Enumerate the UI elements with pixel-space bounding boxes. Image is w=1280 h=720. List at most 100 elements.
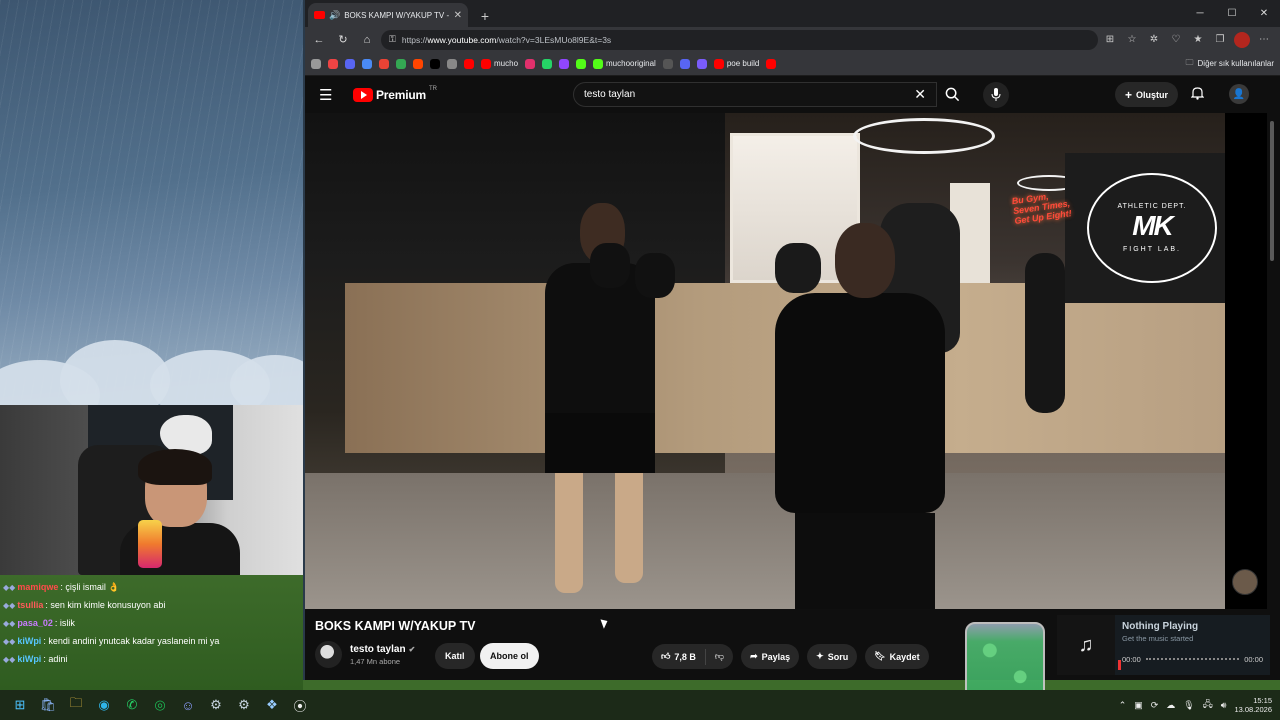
speaker-icon[interactable]: 🔊 (329, 10, 340, 21)
site-info-icon[interactable]: ⚿ (389, 34, 396, 45)
channel-avatar[interactable] (315, 641, 342, 668)
chat-message: ◆◆ pasa_02: islik (0, 614, 303, 632)
edge-browser-icon[interactable]: ◉ (94, 695, 114, 715)
steam-alt-icon[interactable]: ⚙ (234, 695, 254, 715)
bookmark-item[interactable] (576, 58, 587, 69)
back-button[interactable]: ← (309, 30, 329, 50)
cloud-icon[interactable]: ☁ (1166, 700, 1175, 711)
collections-icon[interactable]: ❐ (1212, 32, 1228, 48)
music-progress: 00:00 00:00 (1122, 655, 1263, 664)
music-note-icon: ♫ (1057, 615, 1115, 675)
favorite-star-icon[interactable]: ☆ (1124, 32, 1140, 48)
address-bar[interactable]: ⚿ https://www.youtube.com/watch?v=3LEsMU… (381, 29, 1098, 50)
bookmark-item[interactable] (662, 58, 673, 69)
app-icon[interactable]: ❖ (262, 695, 282, 715)
streamer-hair (138, 449, 212, 485)
bookmark-item[interactable]: poe build (713, 58, 759, 69)
create-button[interactable]: + Oluştur (1115, 82, 1179, 107)
more-menu-icon[interactable]: ⋯ (1256, 32, 1272, 48)
search-input[interactable]: testo taylan ✕ (573, 82, 937, 107)
whatsapp-icon[interactable]: ✆ (122, 695, 142, 715)
bookmark-item[interactable] (525, 58, 536, 69)
bookmark-label: mucho (494, 59, 519, 68)
extensions-icon[interactable]: ✲ (1146, 32, 1162, 48)
performance-icon[interactable]: ♡ (1168, 32, 1184, 48)
bookmark-item[interactable] (542, 58, 553, 69)
voice-search-button[interactable] (983, 82, 1009, 108)
volume-icon[interactable]: 🔊︎ (1221, 700, 1227, 711)
spotify-icon[interactable]: ◎ (150, 695, 170, 715)
ask-label: Soru (827, 651, 849, 662)
bookmark-item[interactable] (464, 58, 474, 69)
steam-icon[interactable]: ⚙ (206, 695, 226, 715)
bookmark-item[interactable] (766, 58, 777, 69)
tray-app-icon[interactable]: ▣ (1134, 700, 1143, 711)
video-player[interactable]: Bu Gym, Seven Times, Get Up Eight! ATHLE… (305, 113, 1267, 609)
bookmark-item[interactable] (345, 58, 355, 69)
bookmark-item[interactable] (447, 58, 457, 69)
windows-start-icon[interactable]: ⊞ (10, 695, 30, 715)
thumbs-up-icon: 👍︎ (661, 651, 671, 661)
account-avatar[interactable]: 👤 (1229, 84, 1249, 104)
system-tray: ⌃ ▣ ⟳ ☁ 🎙︎ 🖧 🔊︎ 15:15 13.08.2026 (1119, 696, 1280, 715)
chat-badge-icon: ◆◆ (3, 582, 16, 592)
network-icon[interactable]: 🖧 (1203, 697, 1213, 713)
maximize-button[interactable]: ☐ (1216, 0, 1248, 27)
bookmark-item[interactable] (413, 58, 423, 69)
home-button[interactable]: ⌂ (357, 30, 377, 50)
like-button[interactable]: 👍︎ 7,8 B (652, 648, 706, 665)
channel-name[interactable]: testo taylan ✔ (350, 644, 415, 655)
bookmark-item[interactable]: mucho (481, 58, 519, 69)
join-button[interactable]: Katıl (435, 643, 475, 669)
bookmark-favicon-icon (679, 58, 690, 69)
obs-icon[interactable]: ⦿ (290, 695, 310, 715)
bookmarks-bar: mucho muchooriginal poe build 🗀 Diğer sık … (305, 52, 1280, 76)
bookmark-item[interactable] (396, 58, 406, 69)
store-icon[interactable]: 🛍︎ (38, 695, 58, 715)
share-button[interactable]: ➦ Paylaş (741, 644, 800, 669)
close-tab-icon[interactable]: ✕ (454, 10, 462, 21)
search-button[interactable] (937, 82, 967, 107)
bookmark-favicon-icon (713, 58, 724, 69)
other-bookmarks-folder[interactable]: 🗀 Diğer sık kullanılanlar (1186, 57, 1274, 71)
hamburger-menu-icon[interactable]: ☰ (319, 86, 339, 104)
bookmark-item[interactable] (362, 58, 372, 69)
youtube-logo[interactable]: Premium TR (353, 86, 437, 102)
minimize-button[interactable]: ─ (1184, 0, 1216, 27)
bookmark-item[interactable] (328, 58, 338, 69)
microphone-tray-icon[interactable]: 🎙︎ (1183, 700, 1194, 711)
browser-tab[interactable]: 🔊 BOKS KAMPI W/YAKUP TV - Y ✕ (308, 3, 468, 27)
dislike-button[interactable]: 👎︎ (706, 651, 733, 662)
profile-icon[interactable] (1234, 31, 1250, 48)
page-scrollbar[interactable] (1268, 113, 1276, 293)
bookmark-item[interactable] (696, 58, 707, 69)
browser-toolbar: ⊞ ☆ ✲ ♡ ★ ❐ ⋯ (1102, 31, 1272, 48)
ask-button[interactable]: ✦ Soru (807, 644, 858, 669)
new-tab-button[interactable]: + (474, 5, 496, 27)
split-screen-icon[interactable]: ⊞ (1102, 32, 1118, 48)
bookmark-item[interactable]: muchooriginal (593, 58, 656, 69)
bookmark-item[interactable] (559, 58, 570, 69)
chat-avatar[interactable] (1232, 569, 1258, 595)
save-button[interactable]: 🔖︎ Kaydet (865, 644, 929, 669)
bookmark-favicon-icon (525, 58, 536, 69)
bookmark-item[interactable] (430, 58, 440, 69)
gym-logo-mk: MK (1132, 210, 1174, 241)
close-window-button[interactable]: ✕ (1248, 0, 1280, 27)
tray-expand-icon[interactable]: ⌃ (1119, 700, 1127, 711)
chat-username: tsullia (17, 600, 44, 610)
notifications-bell-icon[interactable] (1190, 86, 1205, 103)
reload-button[interactable]: ↻ (333, 30, 353, 50)
file-explorer-icon[interactable]: 🗀 (66, 695, 86, 715)
clock[interactable]: 15:15 13.08.2026 (1234, 696, 1272, 715)
subscribe-button[interactable]: Abone ol (480, 643, 539, 669)
favorites-icon[interactable]: ★ (1190, 32, 1206, 48)
bookmark-item[interactable] (311, 58, 321, 69)
boxing-glove (775, 243, 821, 293)
music-time-end: 00:00 (1244, 655, 1263, 664)
sync-icon[interactable]: ⟳ (1151, 700, 1159, 711)
discord-icon[interactable]: ☺ (178, 695, 198, 715)
bookmark-item[interactable] (679, 58, 690, 69)
clear-search-icon[interactable]: ✕ (914, 86, 926, 103)
bookmark-item[interactable] (379, 58, 389, 69)
